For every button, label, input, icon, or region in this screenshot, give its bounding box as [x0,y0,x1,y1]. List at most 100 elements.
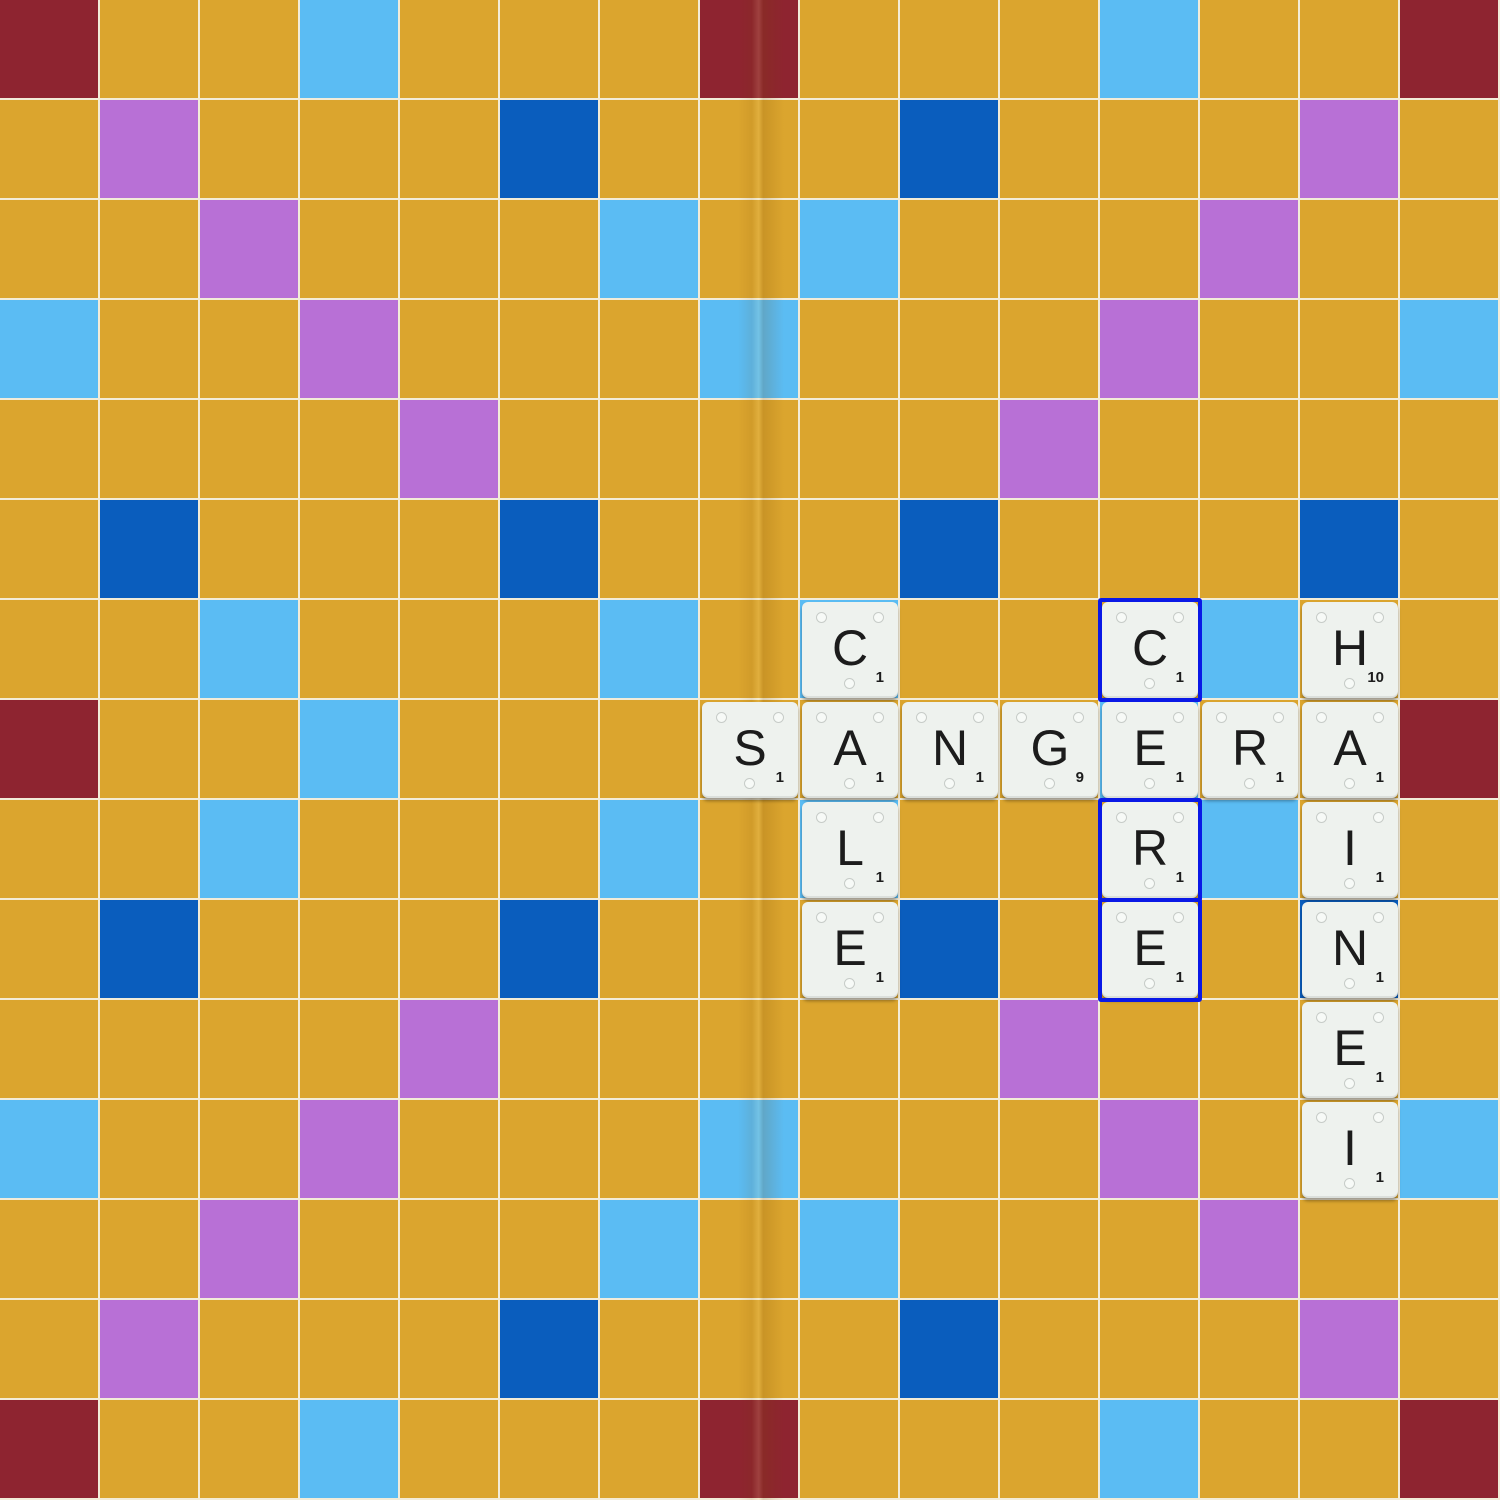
board-square-plain[interactable] [700,600,800,700]
board-square-plain[interactable] [800,1100,900,1200]
board-square-light-blue[interactable] [700,1100,800,1200]
board-square-plain[interactable] [0,1000,100,1100]
board-square-plain[interactable] [200,1000,300,1100]
board-square-plain[interactable] [1100,400,1200,500]
board-square-red[interactable] [0,700,100,800]
board-square-plain[interactable] [1100,1000,1200,1100]
board-square-light-blue[interactable] [1100,0,1200,100]
board-square-plain[interactable] [400,700,500,800]
board-square-plain[interactable] [1400,400,1500,500]
board-square-plain[interactable] [100,1100,200,1200]
board-square-light-blue[interactable] [1200,600,1300,700]
letter-tile[interactable]: G9 [1002,702,1098,798]
letter-tile[interactable]: E1 [802,902,898,998]
board-square-plain[interactable] [200,0,300,100]
board-square-light-blue[interactable] [1400,300,1500,400]
board-square-pink[interactable] [1100,300,1200,400]
board-square-plain[interactable] [1100,1300,1200,1400]
board-square-plain[interactable] [700,100,800,200]
board-square-plain[interactable] [500,200,600,300]
board-square-plain[interactable] [500,800,600,900]
board-square-plain[interactable] [1000,200,1100,300]
board-square-light-blue[interactable] [600,200,700,300]
board-square-dark-blue[interactable] [100,900,200,1000]
board-square-light-blue[interactable] [300,0,400,100]
board-square-plain[interactable] [800,100,900,200]
board-square-plain[interactable] [1400,800,1500,900]
board-square-light-blue[interactable] [700,300,800,400]
board-square-pink[interactable] [1000,1000,1100,1100]
board-square-plain[interactable] [900,0,1000,100]
board-square-plain[interactable] [200,300,300,400]
board-square-light-blue[interactable] [1200,800,1300,900]
board-square-pink[interactable] [400,1000,500,1100]
board-square-plain[interactable] [900,400,1000,500]
board-square-plain[interactable] [100,300,200,400]
board-square-plain[interactable] [1400,100,1500,200]
board-square-light-blue[interactable] [300,1400,400,1500]
board-square-plain[interactable] [0,900,100,1000]
board-square-plain[interactable] [300,600,400,700]
board-square-light-blue[interactable] [600,1200,700,1300]
board-square-plain[interactable] [1400,1200,1500,1300]
letter-tile[interactable]: N1 [1302,902,1398,998]
board-square-plain[interactable] [800,300,900,400]
board-square-red[interactable] [1400,1400,1500,1500]
board-square-plain[interactable] [700,900,800,1000]
board-square-plain[interactable] [600,1300,700,1400]
board-square-pink[interactable] [1300,1300,1400,1400]
board-square-pink[interactable] [1200,200,1300,300]
board-square-plain[interactable] [1400,1300,1500,1400]
board-square-plain[interactable] [0,100,100,200]
board-square-plain[interactable] [400,1100,500,1200]
board-square-plain[interactable] [900,1100,1000,1200]
board-square-plain[interactable] [1200,1400,1300,1500]
board-square-plain[interactable] [1200,1300,1300,1400]
board-square-pink[interactable] [1300,100,1400,200]
board-square-plain[interactable] [900,1000,1000,1100]
board-square-plain[interactable] [900,800,1000,900]
board-square-light-blue[interactable] [200,800,300,900]
board-square-plain[interactable] [1000,800,1100,900]
board-square-plain[interactable] [1100,100,1200,200]
board-square-pink[interactable] [100,100,200,200]
board-square-plain[interactable] [100,1400,200,1500]
board-square-plain[interactable] [600,1000,700,1100]
board-square-plain[interactable] [400,300,500,400]
board-square-plain[interactable] [1000,900,1100,1000]
board-square-plain[interactable] [200,1100,300,1200]
board-square-plain[interactable] [200,1400,300,1500]
board-square-plain[interactable] [1400,1000,1500,1100]
board-square-plain[interactable] [400,0,500,100]
board-square-plain[interactable] [1200,900,1300,1000]
letter-tile[interactable]: A1 [802,702,898,798]
board-square-plain[interactable] [700,400,800,500]
board-square-plain[interactable] [500,700,600,800]
board-square-plain[interactable] [500,300,600,400]
board-square-plain[interactable] [1200,0,1300,100]
board-square-dark-blue[interactable] [500,900,600,1000]
board-square-red[interactable] [1400,700,1500,800]
board-square-dark-blue[interactable] [500,500,600,600]
board-square-plain[interactable] [300,800,400,900]
board-square-plain[interactable] [0,800,100,900]
board-square-plain[interactable] [300,1300,400,1400]
board-square-plain[interactable] [500,600,600,700]
board-square-plain[interactable] [1300,1400,1400,1500]
board-square-plain[interactable] [1300,300,1400,400]
letter-tile[interactable]: E1 [1102,702,1198,798]
board-square-plain[interactable] [1200,400,1300,500]
letter-tile[interactable]: E1 [1102,902,1198,998]
board-square-plain[interactable] [1200,1100,1300,1200]
letter-tile[interactable]: H 10 [1302,602,1398,698]
board-square-dark-blue[interactable] [900,500,1000,600]
board-square-plain[interactable] [1400,600,1500,700]
board-square-pink[interactable] [1000,400,1100,500]
board-square-plain[interactable] [800,500,900,600]
board-square-plain[interactable] [1100,500,1200,600]
board-square-plain[interactable] [1300,400,1400,500]
board-square-plain[interactable] [1300,1200,1400,1300]
board-square-red[interactable] [1400,0,1500,100]
board-square-light-blue[interactable] [800,1200,900,1300]
letter-tile[interactable]: L1 [802,802,898,898]
